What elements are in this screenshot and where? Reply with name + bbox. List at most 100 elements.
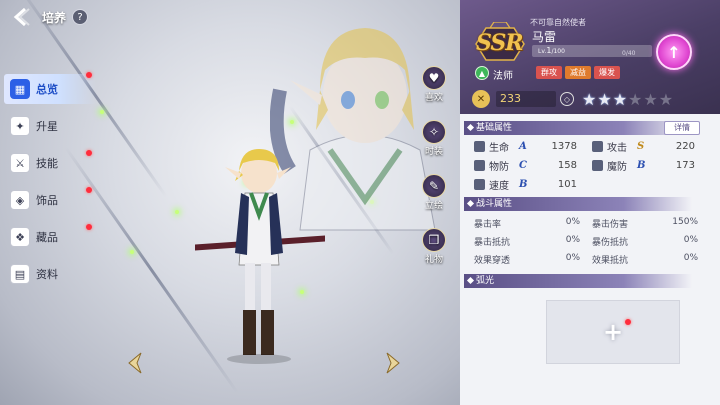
character-model — [195, 149, 325, 364]
chevron-right-icon — [386, 352, 400, 374]
star-icon: ★ — [582, 89, 597, 109]
attack-icon — [592, 141, 603, 152]
hp-icon — [474, 141, 485, 152]
battle-attribute-value: 150% — [672, 216, 698, 227]
side-button-label: 礼物 — [424, 254, 443, 265]
outfit-icon: ✧ — [422, 119, 446, 144]
attribute-attack: 攻击 S 220 — [592, 139, 710, 154]
skill-icon: ⚔ — [10, 153, 30, 173]
attribute-name: 攻击 — [607, 143, 627, 154]
menu-item-skills[interactable]: ⚔ 技能 — [4, 148, 96, 178]
attribute-speed: 速度 B 101 — [474, 177, 592, 192]
speed-icon — [474, 179, 485, 190]
attribute-grade: A — [519, 141, 527, 152]
gift-button[interactable]: ❒ 礼物 — [418, 224, 450, 268]
star-info-button[interactable]: ◇ — [560, 92, 574, 106]
star-burst-icon: ✦ — [10, 116, 30, 136]
page-title: 培养 — [42, 10, 67, 25]
menu-item-collection[interactable]: ❖ 藏品 — [4, 222, 96, 252]
exp-text: 0/40 — [622, 50, 636, 57]
details-button[interactable]: 详情 — [664, 121, 700, 135]
arrow-up-icon: ↑ — [667, 42, 681, 62]
attribute-magic-defense: 魔防 B 173 — [592, 158, 710, 173]
magic-shield-icon — [592, 160, 603, 171]
next-character-button[interactable] — [382, 350, 404, 376]
portrait-button[interactable]: ✎ 立绘 — [418, 170, 450, 214]
arc-light-slot[interactable]: + — [546, 300, 680, 364]
menu-item-info[interactable]: ▤ 资料 — [4, 259, 96, 289]
menu-item-accessory[interactable]: ◈ 饰品 — [4, 185, 96, 215]
plus-icon: + — [602, 318, 624, 346]
sparkle — [100, 110, 104, 114]
character-header: SSR 不可靠自然使者 马雷 Lv.1/100 0/40 ▲ 法师 群攻 减益 … — [460, 0, 720, 114]
attribute-name: 速度 — [489, 181, 509, 192]
attribute-grade: S — [637, 141, 645, 152]
notification-dot — [625, 319, 631, 325]
battle-attribute-value: 0% — [565, 252, 580, 263]
left-menu: ▦ 总览 ✦ 升星 ⚔ 技能 ◈ 饰品 ❖ 藏品 ▤ 资料 — [4, 72, 96, 296]
attribute-row: 速度 B 101 — [474, 175, 710, 194]
star-icon: ★ — [628, 89, 643, 109]
battle-attribute-row: 暴击率 0% 暴击伤害 150% — [474, 214, 710, 232]
star-icon: ★ — [612, 89, 628, 109]
outfit-button[interactable]: ✧ 时装 — [418, 116, 450, 160]
class-label: 法师 — [493, 71, 513, 82]
battle-attribute: 效果抵抗 0% — [592, 253, 710, 266]
battle-attributes-header: 战斗属性 — [464, 197, 692, 211]
level-text: Lv.1/100 — [538, 46, 565, 55]
previous-character-button[interactable] — [124, 350, 146, 376]
battle-attribute-value: 0% — [683, 234, 698, 245]
menu-item-overview[interactable]: ▦ 总览 — [4, 72, 96, 104]
attribute-value: 220 — [675, 141, 695, 152]
chevron-left-icon — [128, 352, 142, 374]
menu-item-label: 技能 — [36, 157, 58, 170]
star-rating: ★ ★ ★ ★ ★ ★ — [582, 90, 673, 109]
side-button-label: 喜欢 — [424, 92, 443, 103]
menu-item-label: 升星 — [36, 120, 58, 133]
battle-attribute-row: 效果穿透 0% 效果抵抗 0% — [474, 250, 710, 268]
attribute-row: 生命 A 1378 攻击 S 220 — [474, 137, 710, 156]
trait-tag: 群攻 — [536, 66, 562, 79]
attribute-physical-defense: 物防 C 158 — [474, 158, 592, 173]
trait-tags: 群攻 减益 爆发 — [536, 66, 620, 79]
battle-attribute: 暴伤抵抗 0% — [592, 235, 710, 248]
star-icon: ★ — [658, 89, 674, 109]
character-subtitle: 不可靠自然使者 — [530, 18, 586, 27]
attribute-name: 物防 — [489, 162, 509, 173]
arc-light-header: 弧光 — [464, 274, 692, 288]
grid-icon: ▦ — [10, 79, 30, 99]
base-attributes: 生命 A 1378 攻击 S 220 物防 C 158 魔防 B 173 速度 … — [474, 137, 710, 194]
character-name: 马雷 — [532, 30, 557, 44]
menu-item-upgrade[interactable]: ✦ 升星 — [4, 111, 96, 141]
base-attributes-header: 基础属性 — [464, 121, 692, 135]
battle-attribute-name: 效果穿透 — [474, 255, 511, 266]
attribute-grade: B — [519, 179, 528, 190]
crossed-swords-icon: ✕ — [472, 90, 490, 108]
side-button-label: 立绘 — [424, 200, 443, 211]
battle-attribute-name: 暴击伤害 — [592, 219, 629, 230]
like-button[interactable]: ♥ 喜欢 — [418, 62, 450, 106]
menu-item-label: 资料 — [36, 268, 58, 281]
accessory-icon: ◈ — [10, 190, 30, 210]
help-button[interactable]: ? — [72, 9, 89, 25]
battle-attribute: 暴击抵抗 0% — [474, 235, 592, 248]
side-button-label: 时装 — [424, 146, 443, 157]
battle-attribute-value: 0% — [565, 234, 580, 245]
level-up-button[interactable]: ↑ — [656, 34, 692, 70]
battle-attribute: 暴击伤害 150% — [592, 217, 710, 230]
gift-icon: ❒ — [422, 227, 446, 252]
battle-attribute-name: 效果抵抗 — [592, 255, 629, 266]
battle-attribute-row: 暴击抵抗 0% 暴伤抵抗 0% — [474, 232, 710, 250]
menu-item-label: 藏品 — [36, 231, 58, 244]
attribute-value: 101 — [557, 179, 577, 190]
attribute-value: 1378 — [551, 141, 577, 152]
power-value: 233 — [496, 91, 556, 107]
power-row: ✕ 233 ◇ ★ ★ ★ ★ ★ ★ — [472, 88, 673, 110]
battle-attribute: 效果穿透 0% — [474, 253, 592, 266]
attribute-value: 173 — [675, 160, 695, 171]
character-detail-panel: SSR 不可靠自然使者 马雷 Lv.1/100 0/40 ▲ 法师 群攻 减益 … — [460, 0, 720, 405]
trait-tag: 减益 — [565, 66, 591, 79]
battle-attribute-name: 暴击抵抗 — [474, 237, 511, 248]
battle-attribute-name: 暴伤抵抗 — [592, 237, 629, 248]
back-button[interactable] — [8, 3, 36, 31]
